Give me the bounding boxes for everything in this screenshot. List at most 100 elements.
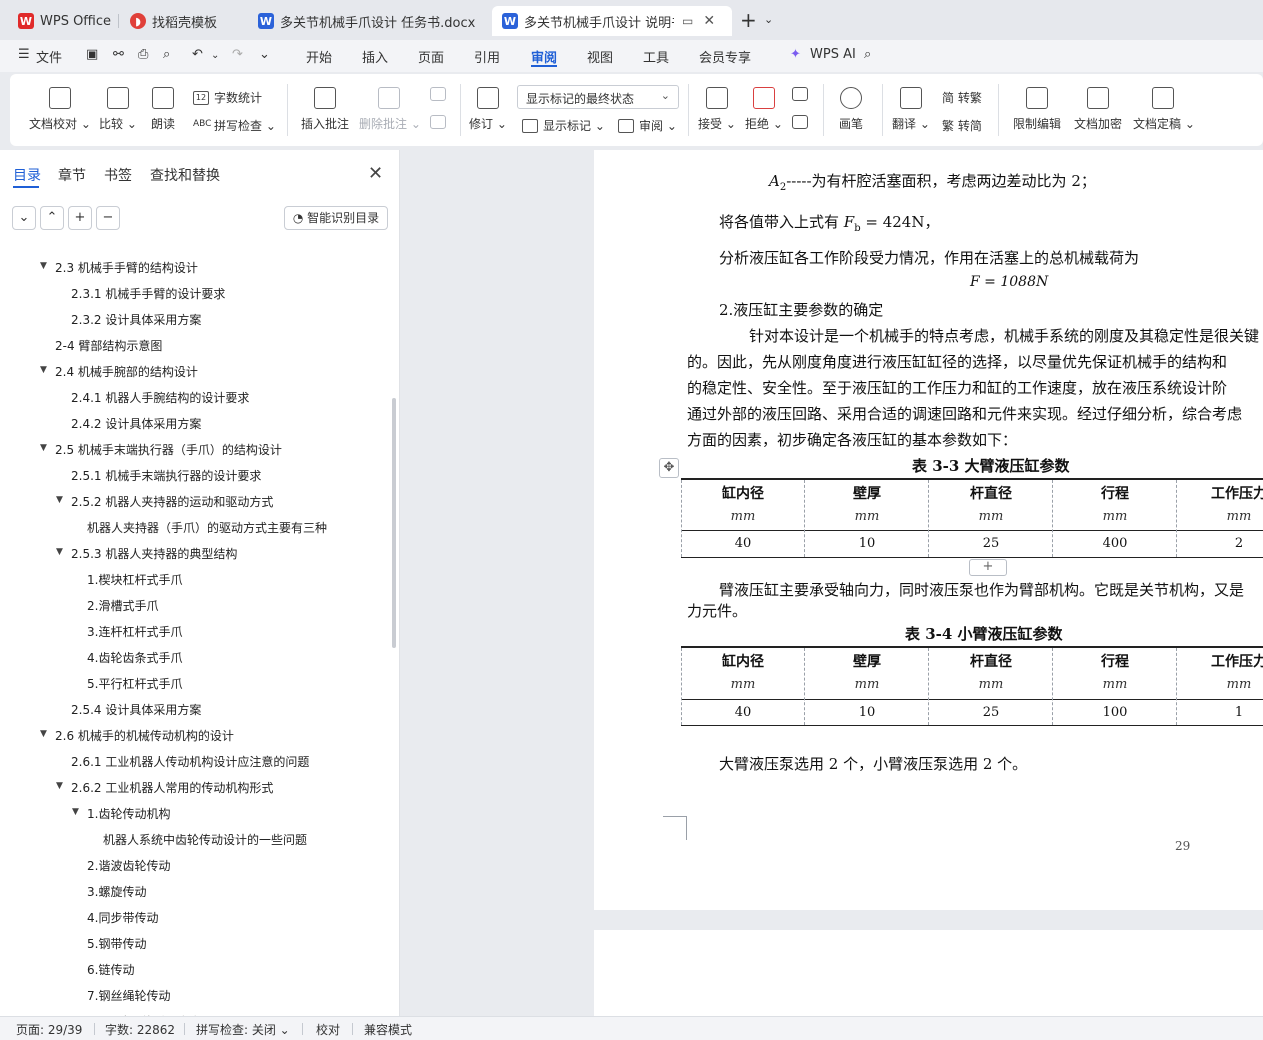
menu-tab-page[interactable]: 页面 [418, 47, 444, 66]
proofread-button[interactable]: 文档校对 ⌄ [28, 87, 92, 132]
toc-expand-caret-icon[interactable]: ▼ [40, 261, 47, 271]
toc-item[interactable]: 2-4 臂部结构示意图 [55, 337, 162, 354]
search-icon[interactable]: ⌕ [864, 47, 871, 62]
toc-item[interactable]: 2.4.2 设计具体采用方案 [71, 415, 201, 432]
toc-expand-caret-icon[interactable]: ▼ [40, 443, 47, 453]
menu-tab-start[interactable]: 开始 [306, 47, 332, 66]
markup-mode-select[interactable]: 显示标记的最终状态 ⌄ [517, 85, 679, 109]
toc-item[interactable]: 3.螺旋传动 [87, 883, 146, 900]
menu-tab-member[interactable]: 会员专享 [699, 47, 751, 66]
new-tab-button[interactable]: + [740, 9, 757, 31]
toc-item[interactable]: 2.5.3 机器人夹持器的典型结构 [71, 545, 237, 562]
nav-tab-bookmarks[interactable]: 书签 [104, 165, 132, 185]
menu-tab-tools[interactable]: 工具 [643, 47, 669, 66]
toc-item[interactable]: 5.钢带传动 [87, 935, 146, 952]
prev-change-button[interactable] [790, 87, 810, 107]
status-proofread[interactable]: 校对 [316, 1021, 340, 1038]
chevron-down-icon[interactable]: ⌄ [211, 50, 219, 61]
toc-item[interactable]: 2.6.1 工业机器人传动机构设计应注意的问题 [71, 753, 309, 770]
collapse-all-button[interactable]: ⌄ [12, 206, 36, 230]
toc-item[interactable]: 2.5.4 设计具体采用方案 [71, 701, 201, 718]
toc-item[interactable]: 2.5.1 机械手末端执行器的设计要求 [71, 467, 261, 484]
toc-item[interactable]: 2.4 机械手腕部的结构设计 [55, 363, 198, 380]
save-icon[interactable]: ▣ [86, 47, 98, 62]
redo-icon[interactable]: ↷ [232, 47, 243, 62]
tab-template[interactable]: ◗ 找稻壳模板 [120, 6, 242, 36]
toc-item[interactable]: 3.连杆杠杆式手爪 [87, 623, 182, 640]
toc-expand-caret-icon[interactable]: ▼ [56, 781, 63, 791]
tab-task-doc[interactable]: W 多关节机械手爪设计 任务书.docx [248, 6, 486, 36]
toc-item[interactable]: 2.3.1 机械手手臂的设计要求 [71, 285, 225, 302]
toc-expand-caret-icon[interactable]: ▼ [40, 729, 47, 739]
nav-tab-find-replace[interactable]: 查找和替换 [150, 165, 220, 185]
toc-item[interactable]: 2.3.2 设计具体采用方案 [71, 311, 201, 328]
toc-item[interactable]: 7.钢丝绳轮传动 [87, 987, 170, 1004]
nav-tab-sections[interactable]: 章节 [58, 165, 86, 185]
insert-comment-button[interactable]: 插入批注 [298, 87, 352, 132]
toc-item[interactable]: 2.4.1 机器人手腕结构的设计要求 [71, 389, 249, 406]
document-area[interactable]: A2-----为有杆腔活塞面积，考虑两边差动比为 2； 将各值带入上式有 Fb … [401, 150, 1263, 1016]
toc-item[interactable]: 4.同步带传动 [87, 909, 158, 926]
to-simplified-button[interactable]: 繁 转简 [942, 117, 982, 134]
toc-expand-caret-icon[interactable]: ▼ [40, 365, 47, 375]
show-markup-button[interactable]: 显示标记 ⌄ [522, 117, 605, 134]
accept-button[interactable]: 接受 ⌄ [698, 87, 736, 132]
close-icon[interactable]: ✕ [368, 163, 383, 184]
undo-icon[interactable]: ↶ [192, 47, 203, 62]
toc-item[interactable]: 6.链传动 [87, 961, 134, 978]
document-page[interactable]: A2-----为有杆腔活塞面积，考虑两边差动比为 2； 将各值带入上式有 Fb … [594, 150, 1263, 910]
status-page[interactable]: 页面: 29/39 [16, 1021, 82, 1038]
add-table-row-button[interactable]: + [969, 559, 1007, 576]
toc-item[interactable]: 机器人系统中齿轮传动设计的一些问题 [103, 831, 307, 848]
menu-tab-review[interactable]: 审阅 [531, 47, 557, 66]
tab-manual-doc[interactable]: W 多关节机械手爪设计 说明书（ ▭ ✕ [492, 6, 732, 36]
reject-button[interactable]: 拒绝 ⌄ [745, 87, 783, 132]
toc-item[interactable]: 机器人夹持器（手爪）的驱动方式主要有三种 [87, 519, 327, 536]
toc-item[interactable]: 2.6.2 工业机器人常用的传动机构形式 [71, 779, 273, 796]
delete-comment-button[interactable]: 删除批注 ⌄ [359, 87, 421, 132]
toc-item[interactable]: 2.6 机械手的机械传动机构的设计 [55, 727, 234, 744]
toc-item[interactable]: 2.谐波齿轮传动 [87, 857, 170, 874]
toc-item[interactable]: 2.滑槽式手爪 [87, 597, 158, 614]
status-word-count[interactable]: 字数: 22862 [105, 1021, 175, 1038]
table-move-handle-icon[interactable]: ✥ [659, 458, 679, 478]
more-chevron-icon[interactable]: ⌄ [259, 47, 270, 62]
add-heading-button[interactable]: + [68, 206, 92, 230]
next-document-page[interactable] [594, 930, 1263, 1016]
toc-item[interactable]: 2.5.2 机器人夹持器的运动和驱动方式 [71, 493, 273, 510]
menu-tab-reference[interactable]: 引用 [474, 47, 500, 66]
to-traditional-button[interactable]: 简 转繁 [942, 89, 982, 106]
toc-expand-caret-icon[interactable]: ▼ [56, 547, 63, 557]
prev-comment-button[interactable] [428, 87, 448, 107]
print-icon[interactable]: ⎙ [138, 47, 148, 62]
nav-scrollbar[interactable] [392, 398, 396, 648]
monitor-icon[interactable]: ▭ [682, 14, 693, 28]
menu-file[interactable]: 文件 [36, 47, 62, 66]
toc-item[interactable]: 1.齿轮传动机构 [87, 805, 170, 822]
hamburger-icon[interactable]: ☰ [18, 47, 30, 62]
close-icon[interactable]: ✕ [703, 13, 715, 29]
toc-item[interactable]: 1.楔块杠杆式手爪 [87, 571, 182, 588]
menu-wps-ai[interactable]: WPS AI [810, 47, 856, 62]
menu-tab-view[interactable]: 视图 [587, 47, 613, 66]
read-aloud-button[interactable]: 朗读 [146, 87, 180, 132]
status-spell-check[interactable]: 拼写检查: 关闭 ⌄ [196, 1021, 290, 1038]
translate-button[interactable]: 翻译 ⌄ [892, 87, 930, 132]
expand-button[interactable]: ⌃ [40, 206, 64, 230]
chevron-down-icon[interactable]: ⌄ [764, 13, 773, 26]
toc-item[interactable]: 5.平行杠杆式手爪 [87, 675, 182, 692]
share-icon[interactable]: ⚯ [113, 47, 124, 62]
finalize-button[interactable]: 文档定稿 ⌄ [1133, 87, 1195, 132]
restrict-editing-button[interactable]: 限制编辑 [1012, 87, 1062, 132]
next-comment-button[interactable] [428, 115, 448, 135]
toc-item[interactable]: 2.3 机械手手臂的结构设计 [55, 259, 198, 276]
spell-check-button[interactable]: ABC 拼写检查 ⌄ [193, 117, 276, 134]
nav-tab-toc[interactable]: 目录 [13, 165, 41, 185]
remove-heading-button[interactable]: − [96, 206, 120, 230]
review-pane-button[interactable]: 审阅 ⌄ [618, 117, 677, 134]
word-count-button[interactable]: 12 字数统计 [193, 89, 262, 106]
compare-button[interactable]: 比较 ⌄ [98, 87, 138, 132]
encrypt-button[interactable]: 文档加密 [1072, 87, 1124, 132]
track-changes-button[interactable]: 修订 ⌄ [468, 87, 508, 132]
toc-expand-caret-icon[interactable]: ▼ [56, 495, 63, 505]
